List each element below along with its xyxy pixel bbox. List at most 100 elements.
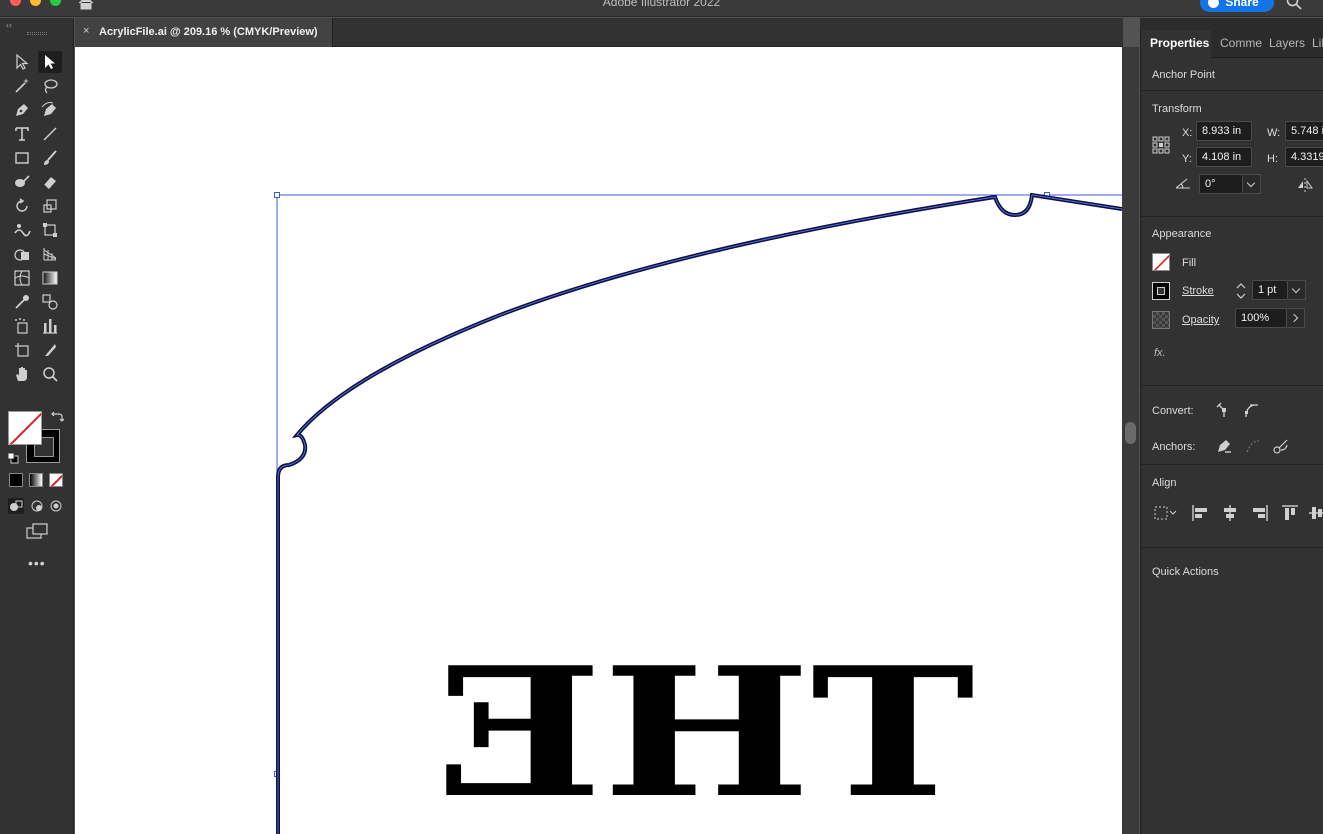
opacity-icon[interactable] [1152, 311, 1170, 329]
rotate-angle-dropdown[interactable] [1243, 174, 1261, 194]
flip-horizontal-icon[interactable] [1296, 176, 1314, 194]
edit-toolbar-more-icon[interactable]: ••• [28, 555, 46, 571]
gradient-tool[interactable] [38, 267, 62, 289]
tab-comments[interactable]: Comme [1220, 36, 1262, 50]
direct-selection-tool[interactable] [38, 51, 62, 73]
collapse-panel-icon[interactable]: ‹‹ [6, 20, 12, 30]
column-graph-tool[interactable] [38, 315, 62, 337]
warp-tool[interactable] [10, 219, 34, 241]
search-icon[interactable] [1286, 0, 1302, 10]
none-mode-button[interactable] [49, 473, 63, 487]
opacity-expand-button[interactable] [1287, 308, 1305, 328]
close-tab-icon[interactable]: × [83, 25, 89, 37]
stroke-label[interactable]: Stroke [1182, 285, 1214, 297]
lasso-tool[interactable] [38, 75, 62, 97]
free-transform-tool[interactable] [38, 219, 62, 241]
rotate-angle-field[interactable]: 0° [1199, 174, 1243, 194]
panel-grip[interactable] [27, 32, 47, 35]
document-tab-bar: × AcrylicFile.ai @ 209.16 % (CMYK/Previe… [75, 18, 1123, 47]
stroke-color-swatch[interactable] [1152, 282, 1170, 300]
symbol-sprayer-icon [15, 318, 28, 334]
tab-properties[interactable]: Properties [1150, 36, 1209, 50]
fill-label: Fill [1182, 257, 1197, 269]
align-to-dropdown-icon[interactable] [1153, 504, 1179, 522]
align-horizontal-center-icon[interactable] [1221, 504, 1239, 522]
shaper-tool[interactable] [10, 171, 34, 193]
eyedropper-tool[interactable] [10, 291, 34, 313]
w-field[interactable]: 5.748 i [1285, 121, 1323, 141]
stroke-weight-stepper-icon[interactable] [1235, 281, 1247, 301]
line-icon [43, 127, 57, 141]
swap-fill-stroke-icon[interactable] [50, 411, 64, 423]
line-segment-tool[interactable] [38, 123, 62, 145]
stroke-weight-field[interactable]: 1 pt [1252, 280, 1288, 300]
perspective-grid-tool[interactable] [38, 243, 62, 265]
align-left-icon[interactable] [1191, 504, 1209, 522]
selection-arrow-icon [16, 53, 29, 70]
document-tab-title: AcrylicFile.ai @ 209.16 % (CMYK/Preview) [99, 26, 318, 38]
selection-tool[interactable] [10, 51, 34, 73]
scale-tool[interactable] [38, 195, 62, 217]
y-label: Y: [1182, 153, 1192, 165]
rotate-tool[interactable] [10, 195, 34, 217]
transform-title: Transform [1152, 103, 1202, 115]
slice-tool[interactable] [38, 339, 62, 361]
scrollbar-thumb[interactable] [1125, 422, 1136, 444]
share-label: Share [1225, 0, 1259, 9]
tab-layers[interactable]: Layers [1269, 36, 1305, 50]
vertical-scrollbar[interactable] [1122, 47, 1139, 834]
curvature-tool[interactable] [38, 99, 62, 121]
hand-tool[interactable] [10, 363, 34, 385]
x-field[interactable]: 8.933 in [1196, 121, 1252, 141]
eraser-icon [43, 177, 56, 189]
artboard-tool[interactable] [10, 339, 34, 361]
share-button[interactable]: Share [1200, 0, 1274, 12]
fill-color-swatch[interactable] [1152, 253, 1170, 271]
screen-mode-icon[interactable] [26, 523, 48, 539]
draw-inside-button[interactable] [48, 498, 64, 514]
bounding-handle-top-left[interactable] [274, 192, 280, 198]
draw-normal-button[interactable] [8, 498, 24, 514]
connect-anchors-icon[interactable] [1244, 437, 1262, 455]
eraser-tool[interactable] [38, 171, 62, 193]
shape-builder-tool[interactable] [10, 243, 34, 265]
rectangle-icon [15, 152, 29, 164]
document-tab[interactable]: × AcrylicFile.ai @ 209.16 % (CMYK/Previe… [75, 18, 333, 47]
convert-to-corner-icon[interactable] [1215, 401, 1233, 419]
rotate-icon [16, 198, 28, 212]
artboard-canvas[interactable]: THE [75, 47, 1122, 834]
pen-tool[interactable] [10, 99, 34, 121]
remove-anchor-pen-icon[interactable] [1215, 437, 1233, 455]
zoom-tool[interactable] [38, 363, 62, 385]
gradient-mode-button[interactable] [29, 473, 43, 487]
y-field[interactable]: 4.108 in [1196, 147, 1252, 167]
symbol-sprayer-tool[interactable] [10, 315, 34, 337]
reference-point-icon[interactable] [1152, 136, 1170, 154]
tab-libraries[interactable]: Lib [1312, 36, 1323, 50]
opacity-field[interactable]: 100% [1235, 308, 1287, 328]
convert-to-smooth-icon[interactable] [1242, 401, 1260, 419]
rectangle-tool[interactable] [10, 147, 34, 169]
stroke-weight-dropdown[interactable] [1288, 280, 1306, 300]
blend-tool[interactable] [38, 291, 62, 313]
h-field[interactable]: 4.3319 [1285, 147, 1323, 167]
warp-icon [14, 224, 31, 237]
align-right-icon[interactable] [1251, 504, 1269, 522]
fill-swatch[interactable] [8, 411, 42, 445]
default-fill-stroke-icon[interactable] [7, 452, 19, 464]
type-tool[interactable] [10, 123, 34, 145]
cut-path-at-anchor-icon[interactable] [1272, 437, 1290, 455]
draw-behind-icon [31, 500, 43, 512]
opacity-label[interactable]: Opacity [1182, 314, 1219, 326]
color-mode-button[interactable] [9, 473, 23, 487]
align-top-icon[interactable] [1281, 504, 1299, 522]
mirrored-the-text[interactable]: THE [435, 628, 975, 834]
fx-effects-icon[interactable]: fx. [1154, 347, 1166, 359]
lasso-icon [44, 79, 58, 94]
draw-behind-button[interactable] [29, 498, 45, 514]
mesh-tool[interactable] [10, 267, 34, 289]
align-vertical-center-icon[interactable] [1308, 504, 1323, 522]
paintbrush-tool[interactable] [38, 147, 62, 169]
magic-wand-tool[interactable] [10, 75, 34, 97]
artwork-layer[interactable]: THE [75, 47, 1122, 834]
